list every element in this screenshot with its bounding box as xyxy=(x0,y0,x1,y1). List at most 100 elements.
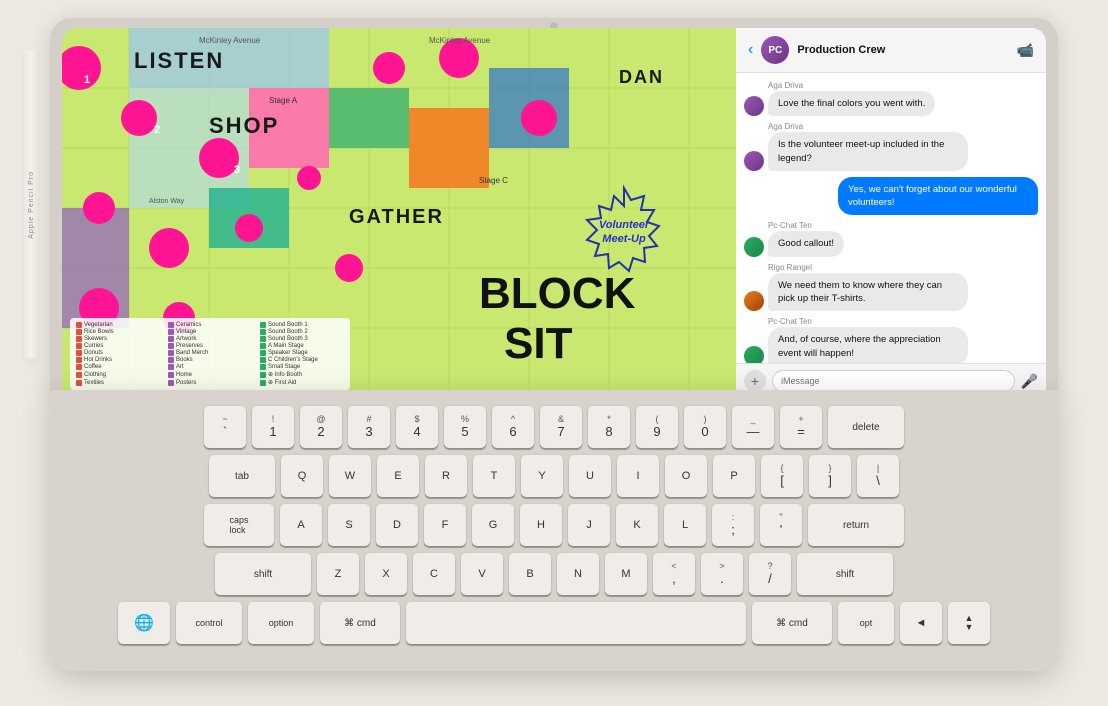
key-c[interactable]: C xyxy=(413,553,455,595)
message-avatar xyxy=(744,346,764,363)
key-m[interactable]: M xyxy=(605,553,647,595)
left-shift-key[interactable]: shift xyxy=(215,553,311,595)
key-o[interactable]: O xyxy=(665,455,707,497)
key-5[interactable]: %5 xyxy=(444,406,486,448)
message-row: Pc-Chat Ten And, of course, where the ap… xyxy=(744,317,1038,363)
key-l[interactable]: L xyxy=(664,504,706,546)
return-key[interactable]: return xyxy=(808,504,904,546)
caps-lock-key[interactable]: capslock xyxy=(204,504,274,546)
message-bubble: Good callout! xyxy=(768,231,844,256)
key-f[interactable]: F xyxy=(424,504,466,546)
message-sender: Aga Driva xyxy=(768,122,968,131)
keyboard-row-4: shift Z X C V B N M <, >. ?/ shift xyxy=(70,553,1038,595)
key-2[interactable]: @2 xyxy=(300,406,342,448)
svg-text:SHOP: SHOP xyxy=(209,113,279,138)
message-sender: Pc-Chat Ten xyxy=(768,221,844,230)
left-command-key[interactable]: ⌘ cmd xyxy=(320,602,400,644)
key-backtick[interactable]: ~` xyxy=(204,406,246,448)
message-bubble: We need them to know where they can pick… xyxy=(768,273,968,312)
key-backslash[interactable]: |\ xyxy=(857,455,899,497)
key-7[interactable]: &7 xyxy=(540,406,582,448)
pencil-label: Apple Pencil Pro xyxy=(28,171,35,239)
key-u[interactable]: U xyxy=(569,455,611,497)
key-3[interactable]: #3 xyxy=(348,406,390,448)
key-slash[interactable]: ?/ xyxy=(749,553,791,595)
back-button[interactable]: ‹ xyxy=(748,41,753,59)
microphone-button[interactable]: 🎤 xyxy=(1021,373,1038,390)
key-period[interactable]: >. xyxy=(701,553,743,595)
space-key[interactable] xyxy=(406,602,746,644)
key-6[interactable]: ^6 xyxy=(492,406,534,448)
key-n[interactable]: N xyxy=(557,553,599,595)
key-r[interactable]: R xyxy=(425,455,467,497)
map-legend: Vegetarian Ceramics Sound Booth 1 Rice B… xyxy=(70,318,350,390)
message-sender: Aga Driva xyxy=(768,81,935,90)
delete-key[interactable]: delete xyxy=(828,406,904,448)
ipad-screen: 1 2 3 LISTEN SHOP GATHER DAN McKinley Av… xyxy=(62,28,1046,398)
key-p[interactable]: P xyxy=(713,455,755,497)
key-k[interactable]: K xyxy=(616,504,658,546)
globe-key[interactable]: 🌐 xyxy=(118,602,170,644)
right-option-key[interactable]: opt xyxy=(838,602,894,644)
apple-pencil: Apple Pencil Pro xyxy=(22,50,40,360)
right-command-key[interactable]: ⌘ cmd xyxy=(752,602,832,644)
key-bracket-right[interactable]: }] xyxy=(809,455,851,497)
message-avatar xyxy=(744,96,764,116)
right-shift-key[interactable]: shift xyxy=(797,553,893,595)
messages-area[interactable]: Aga Driva Love the final colors you went… xyxy=(736,73,1046,363)
key-x[interactable]: X xyxy=(365,553,407,595)
message-row: Aga Driva Is the volunteer meet-up inclu… xyxy=(744,122,1038,171)
video-call-button[interactable]: 📹 xyxy=(1017,42,1034,59)
key-q[interactable]: Q xyxy=(281,455,323,497)
svg-text:McKinley Avenue: McKinley Avenue xyxy=(429,36,491,45)
key-9[interactable]: (9 xyxy=(636,406,678,448)
key-1[interactable]: !1 xyxy=(252,406,294,448)
key-z[interactable]: Z xyxy=(317,553,359,595)
key-g[interactable]: G xyxy=(472,504,514,546)
message-bubble: And, of course, where the appreciation e… xyxy=(768,327,968,363)
key-v[interactable]: V xyxy=(461,553,503,595)
message-input[interactable] xyxy=(772,370,1015,392)
key-h[interactable]: H xyxy=(520,504,562,546)
keyboard: ~` !1 @2 #3 $4 %5 ^6 &7 *8 (9 )0 _— += d… xyxy=(50,390,1058,671)
message-row: Pc-Chat Ten Good callout! xyxy=(744,221,1038,256)
key-w[interactable]: W xyxy=(329,455,371,497)
key-e[interactable]: E xyxy=(377,455,419,497)
key-8[interactable]: *8 xyxy=(588,406,630,448)
svg-text:BLOCK: BLOCK xyxy=(479,269,636,318)
svg-text:Meet-Up: Meet-Up xyxy=(602,233,646,245)
key-quote[interactable]: "' xyxy=(760,504,802,546)
keyboard-row-1: ~` !1 @2 #3 $4 %5 ^6 &7 *8 (9 )0 _— += d… xyxy=(70,406,1038,448)
tab-key[interactable]: tab xyxy=(209,455,275,497)
key-a[interactable]: A xyxy=(280,504,322,546)
up-down-arrow-key[interactable]: ▲▼ xyxy=(948,602,990,644)
scene: Apple Pencil Pro xyxy=(0,0,1108,706)
message-group: Pc-Chat Ten And, of course, where the ap… xyxy=(768,317,968,363)
message-sender: Rigo Rangel xyxy=(768,263,968,272)
keyboard-row-3: capslock A S D F G H J K L :; "' return xyxy=(70,504,1038,546)
key-bracket-left[interactable]: {[ xyxy=(761,455,803,497)
left-option-key[interactable]: option xyxy=(248,602,314,644)
svg-text:DAN: DAN xyxy=(619,67,664,87)
imessage-panel: ‹ PC Production Crew 📹 Aga Driva Love th… xyxy=(736,28,1046,398)
key-i[interactable]: I xyxy=(617,455,659,497)
key-y[interactable]: Y xyxy=(521,455,563,497)
key-semicolon[interactable]: :; xyxy=(712,504,754,546)
key-b[interactable]: B xyxy=(509,553,551,595)
key-equals[interactable]: += xyxy=(780,406,822,448)
left-arrow-key[interactable]: ◄ xyxy=(900,602,942,644)
message-bubble: Yes, we can't forget about our wonderful… xyxy=(838,177,1038,216)
message-group: Pc-Chat Ten Good callout! xyxy=(768,221,844,256)
svg-text:Stage C: Stage C xyxy=(479,176,508,185)
key-minus[interactable]: _— xyxy=(732,406,774,448)
add-attachment-button[interactable]: + xyxy=(744,370,766,392)
control-key[interactable]: control xyxy=(176,602,242,644)
key-d[interactable]: D xyxy=(376,504,418,546)
key-4[interactable]: $4 xyxy=(396,406,438,448)
key-0[interactable]: )0 xyxy=(684,406,726,448)
key-comma[interactable]: <, xyxy=(653,553,695,595)
key-t[interactable]: T xyxy=(473,455,515,497)
key-s[interactable]: S xyxy=(328,504,370,546)
group-avatar: PC xyxy=(761,36,789,64)
key-j[interactable]: J xyxy=(568,504,610,546)
